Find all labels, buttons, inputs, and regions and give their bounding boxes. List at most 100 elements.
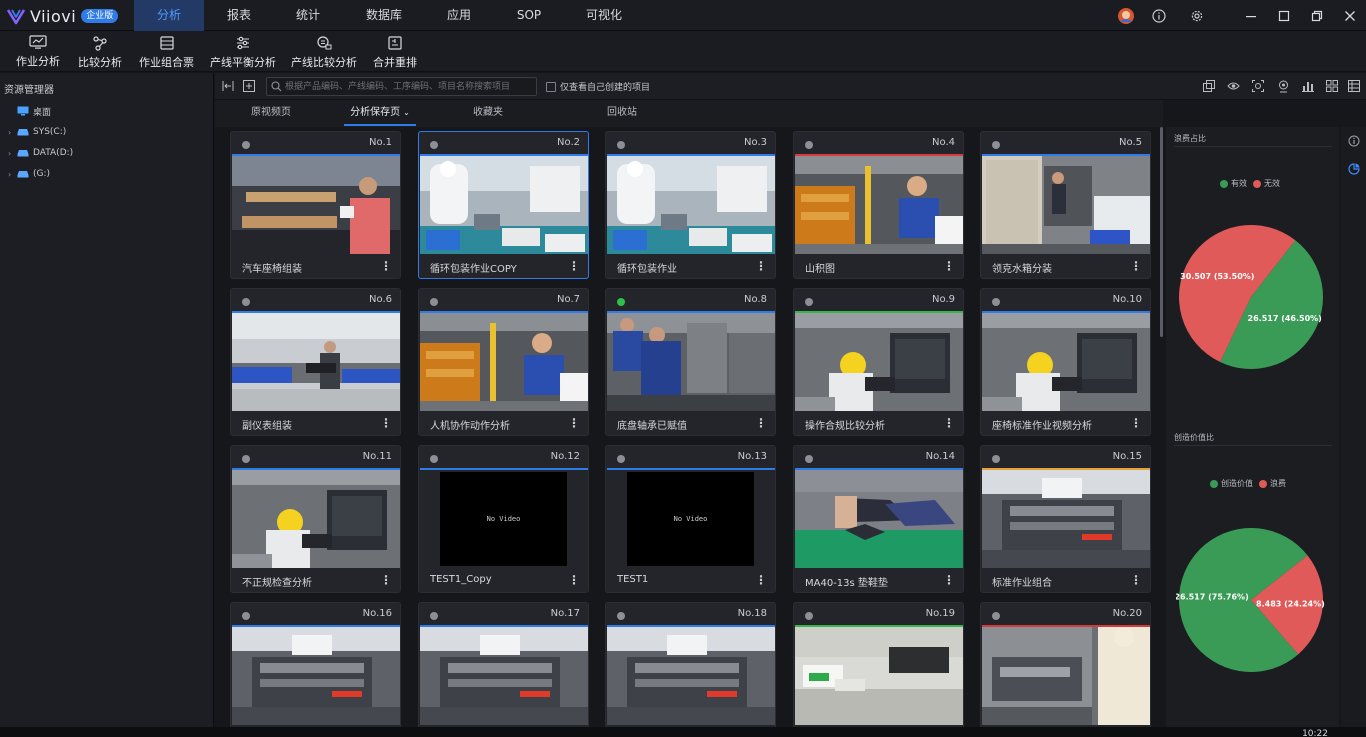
nav-database[interactable]: 数据库 <box>356 0 412 31</box>
nav-analysis[interactable]: 分析 <box>134 0 204 31</box>
project-card[interactable]: No.15 标准作业组合 ⋮ <box>980 445 1151 593</box>
more-options-icon[interactable]: ⋮ <box>1130 259 1142 273</box>
video-thumbnail[interactable] <box>232 470 401 568</box>
more-options-icon[interactable]: ⋮ <box>568 259 580 273</box>
more-options-icon[interactable]: ⋮ <box>568 416 580 430</box>
info-icon[interactable] <box>1149 6 1169 26</box>
project-card[interactable]: No.1 汽车座椅组装 ⋮ <box>230 131 401 279</box>
project-card[interactable]: No.13 No Video TEST1 ⋮ <box>605 445 776 593</box>
expand-chevron-icon[interactable]: › <box>8 149 16 158</box>
more-options-icon[interactable]: ⋮ <box>755 573 767 587</box>
video-thumbnail[interactable] <box>232 313 401 411</box>
eye-icon[interactable] <box>1226 79 1240 93</box>
restore-icon[interactable] <box>1307 6 1327 26</box>
video-thumbnail[interactable] <box>982 470 1151 568</box>
own-projects-checkbox[interactable]: 仅查看自己创建的项目 <box>546 80 650 93</box>
more-options-icon[interactable]: ⋮ <box>943 416 955 430</box>
more-options-icon[interactable]: ⋮ <box>1130 416 1142 430</box>
video-thumbnail[interactable] <box>795 470 964 568</box>
tree-item-g[interactable]: › (G:) <box>8 164 50 184</box>
video-thumbnail[interactable] <box>420 313 589 411</box>
copy-icon[interactable] <box>1202 79 1216 93</box>
more-options-icon[interactable]: ⋮ <box>755 416 767 430</box>
nav-report[interactable]: 报表 <box>211 0 267 31</box>
scan-face-icon[interactable] <box>1251 79 1265 93</box>
tool-compare-analysis[interactable]: 比较分析 <box>78 35 122 69</box>
project-card[interactable]: No.7 人机协作动作分析 ⋮ <box>418 288 589 436</box>
video-thumbnail[interactable] <box>420 627 589 725</box>
tree-item-desktop[interactable]: 桌面 <box>8 101 51 121</box>
user-avatar[interactable] <box>1116 6 1136 26</box>
more-options-icon[interactable]: ⋮ <box>943 259 955 273</box>
more-options-icon[interactable]: ⋮ <box>380 259 392 273</box>
tool-work-analysis[interactable]: 作业分析 <box>16 35 60 69</box>
video-thumbnail[interactable] <box>420 156 589 254</box>
tool-work-combination[interactable]: 作业组合票 <box>139 35 194 69</box>
video-thumbnail[interactable] <box>982 313 1151 411</box>
project-card[interactable]: No.17⋮ <box>418 602 589 737</box>
project-card[interactable]: No.19⋮ <box>793 602 964 737</box>
location-pin-icon[interactable] <box>1276 79 1290 93</box>
tool-line-balance[interactable]: 产线平衡分析 <box>210 35 276 69</box>
tab-analysis-saved[interactable]: 分析保存页 ⌄ <box>344 100 416 126</box>
project-card[interactable]: No.18⋮ <box>605 602 776 737</box>
video-thumbnail[interactable] <box>607 156 776 254</box>
tool-merge-rearrange[interactable]: 合并重排 <box>373 35 417 69</box>
project-card[interactable]: No.16⋮ <box>230 602 401 737</box>
grid-view-icon[interactable] <box>1325 79 1339 93</box>
nav-sop[interactable]: SOP <box>501 0 557 31</box>
project-card[interactable]: No.11 不正规检查分析 ⋮ <box>230 445 401 593</box>
project-card[interactable]: No.10 座椅标准作业视频分析 ⋮ <box>980 288 1151 436</box>
expand-chevron-icon[interactable]: › <box>8 170 16 179</box>
nav-apps[interactable]: 应用 <box>431 0 487 31</box>
pie-chart-icon[interactable] <box>1346 161 1361 176</box>
project-card[interactable]: No.20⋮ <box>980 602 1151 737</box>
video-thumbnail[interactable] <box>982 156 1151 254</box>
project-card[interactable]: No.8 底盘轴承已赋值 ⋮ <box>605 288 776 436</box>
more-options-icon[interactable]: ⋮ <box>755 259 767 273</box>
more-options-icon[interactable]: ⋮ <box>943 573 955 587</box>
project-card[interactable]: No.12 No Video TEST1_Copy ⋮ <box>418 445 589 593</box>
list-view-icon[interactable] <box>1347 79 1361 93</box>
project-card[interactable]: No.14 MA40-13s 垫鞋垫 ⋮ <box>793 445 964 593</box>
tab-recycle-bin[interactable]: 回收站 <box>592 100 652 126</box>
video-thumbnail[interactable] <box>607 313 776 411</box>
tab-favorites[interactable]: 收藏夹 <box>458 100 518 126</box>
search-input[interactable] <box>285 78 535 95</box>
video-thumbnail[interactable] <box>795 627 964 725</box>
project-card[interactable]: No.9 操作合规比较分析 ⋮ <box>793 288 964 436</box>
project-card[interactable]: No.3 循环包装作业 ⋮ <box>605 131 776 279</box>
sort-bars-icon[interactable] <box>1301 79 1315 93</box>
project-card[interactable]: No.5 领克水箱分装 ⋮ <box>980 131 1151 279</box>
checkbox-box[interactable] <box>546 81 556 92</box>
video-thumbnail[interactable] <box>795 156 964 254</box>
expand-chevron-icon[interactable]: › <box>8 128 16 137</box>
close-icon[interactable] <box>1340 6 1360 26</box>
tab-original-video[interactable]: 原视频页 <box>239 100 303 126</box>
info-icon[interactable] <box>1346 133 1361 148</box>
nav-visualization[interactable]: 可视化 <box>576 0 632 31</box>
more-options-icon[interactable]: ⋮ <box>380 573 392 587</box>
project-card[interactable]: No.4 山积图 ⋮ <box>793 131 964 279</box>
tree-item-sys-c[interactable]: › SYS(C:) <box>8 122 66 142</box>
tool-line-compare[interactable]: 产线比较分析 <box>291 35 357 69</box>
more-options-icon[interactable]: ⋮ <box>380 416 392 430</box>
maximize-icon[interactable] <box>1274 6 1294 26</box>
more-options-icon[interactable]: ⋮ <box>568 573 580 587</box>
tree-item-data-d[interactable]: › DATA(D:) <box>8 143 73 163</box>
nav-statistics[interactable]: 统计 <box>280 0 336 31</box>
video-thumbnail[interactable] <box>982 627 1151 725</box>
grid-scrollbar[interactable] <box>1160 127 1163 337</box>
video-thumbnail[interactable] <box>795 313 964 411</box>
project-card[interactable]: No.2 循环包装作业COPY ⋮ <box>418 131 589 279</box>
settings-gear-icon[interactable] <box>1187 6 1207 26</box>
collapse-panel-icon[interactable] <box>221 79 235 93</box>
add-icon[interactable] <box>242 79 256 93</box>
project-card[interactable]: No.6 副仪表组装 ⋮ <box>230 288 401 436</box>
video-thumbnail[interactable] <box>607 627 776 725</box>
minimize-icon[interactable] <box>1241 6 1261 26</box>
video-thumbnail[interactable] <box>232 156 401 254</box>
video-thumbnail[interactable] <box>232 627 401 725</box>
more-options-icon[interactable]: ⋮ <box>1130 573 1142 587</box>
project-search-box[interactable] <box>266 77 537 96</box>
